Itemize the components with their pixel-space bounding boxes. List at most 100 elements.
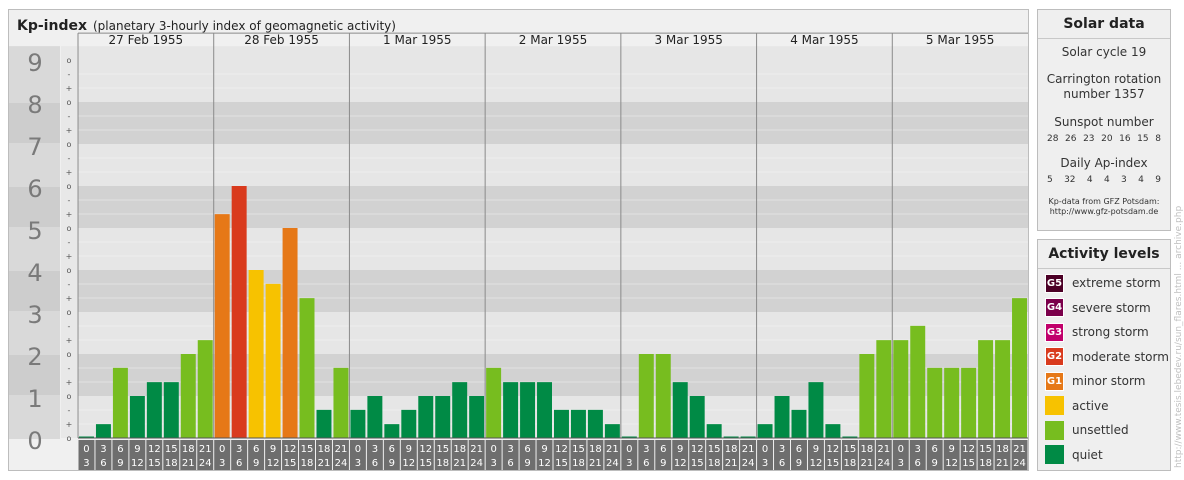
hour-to-3-6: 21	[589, 458, 602, 469]
legend-item-quiet: quiet	[1038, 443, 1170, 468]
legend-swatch: G3	[1045, 322, 1064, 342]
kp-bar-5-1	[774, 396, 790, 438]
kp-bar-0-4	[146, 382, 162, 438]
hour-from-5-0: 0	[762, 444, 768, 455]
kp-bar-1-2	[248, 270, 264, 438]
hour-to-2-7: 24	[470, 458, 483, 469]
minor-tick-2: -	[68, 406, 71, 415]
legend-item-active: active	[1038, 394, 1170, 419]
kp-bar-5-0	[757, 424, 773, 438]
hour-to-1-5: 18	[301, 458, 314, 469]
hour-from-5-3: 9	[813, 444, 819, 455]
legend-item-unsettled: unsettled	[1038, 418, 1170, 443]
y-tick-0: 0	[27, 427, 42, 455]
kp-bar-5-4	[825, 424, 841, 438]
minor-tick-10: +	[66, 294, 73, 303]
hour-from-0-1: 3	[100, 444, 106, 455]
legend-label: unsettled	[1072, 423, 1129, 438]
hour-from-0-6: 18	[182, 444, 195, 455]
minor-tick-3: o	[67, 392, 72, 401]
hour-to-2-6: 21	[453, 458, 466, 469]
hour-to-4-7: 24	[742, 458, 755, 469]
hour-to-1-3: 12	[267, 458, 280, 469]
minor-tick-26: -	[68, 70, 71, 79]
legend-swatch	[1045, 420, 1064, 440]
kp-bar-6-2	[927, 367, 943, 438]
minor-tick-8: -	[68, 322, 71, 331]
hour-to-3-3: 12	[538, 458, 551, 469]
hour-to-1-4: 15	[284, 458, 297, 469]
kp-bar-3-2	[520, 382, 536, 438]
day-label-3: 2 Mar 1955	[519, 33, 587, 47]
kp-bar-0-5	[163, 382, 179, 438]
hour-to-3-1: 6	[507, 458, 513, 469]
day-label-6: 5 Mar 1955	[926, 33, 994, 47]
kp-bar-1-5	[299, 298, 315, 438]
hour-from-1-2: 6	[253, 444, 259, 455]
hour-to-3-5: 18	[572, 458, 585, 469]
hour-from-5-7: 21	[877, 444, 890, 455]
minor-tick-0: o	[67, 434, 72, 443]
kp-bar-2-6	[452, 382, 468, 438]
kp-bar-1-0	[214, 214, 230, 438]
hour-from-0-3: 9	[134, 444, 140, 455]
kp-bar-3-3	[537, 382, 552, 438]
hour-from-2-1: 3	[372, 444, 378, 455]
hour-to-6-1: 6	[915, 458, 921, 469]
legend-label: strong storm	[1072, 325, 1149, 340]
hour-to-6-5: 18	[979, 458, 992, 469]
minor-tick-12: o	[67, 266, 72, 275]
hour-to-2-2: 9	[389, 458, 395, 469]
hour-to-5-0: 3	[762, 458, 768, 469]
hour-from-6-5: 15	[979, 444, 992, 455]
hour-to-3-7: 24	[606, 458, 619, 469]
hour-to-0-5: 18	[165, 458, 178, 469]
minor-tick-27: o	[67, 56, 72, 65]
day-label-2: 1 Mar 1955	[383, 33, 451, 47]
minor-tick-16: +	[66, 210, 73, 219]
minor-tick-18: o	[67, 182, 72, 191]
legend-item-moderate-storm: G2 moderate storm	[1038, 345, 1170, 370]
hour-from-1-5: 15	[301, 444, 314, 455]
sunspot-value-1: 26	[1065, 134, 1077, 144]
hour-from-6-3: 9	[948, 444, 954, 455]
hour-from-6-2: 6	[932, 444, 938, 455]
hour-from-4-2: 6	[660, 444, 666, 455]
hour-from-1-7: 21	[335, 444, 348, 455]
sunspot-values: 28 26 23 20 16 15 8	[1038, 134, 1170, 144]
kp-bar-6-5	[978, 340, 994, 438]
solar-data-title: Solar data	[1038, 10, 1170, 39]
kp-bar-2-5	[435, 396, 451, 438]
hour-from-1-1: 3	[236, 444, 242, 455]
hour-from-2-2: 6	[389, 444, 395, 455]
hour-to-3-2: 9	[524, 458, 530, 469]
kp-bar-4-5	[706, 424, 722, 438]
hour-from-1-0: 0	[219, 444, 225, 455]
minor-tick-6: o	[67, 350, 72, 359]
minor-tick-17: -	[68, 196, 71, 205]
hour-to-1-7: 24	[335, 458, 348, 469]
y-tick-5: 5	[27, 217, 42, 245]
y-tick-8: 8	[27, 91, 42, 119]
kp-bar-6-1	[910, 325, 926, 438]
hour-to-5-2: 9	[796, 458, 802, 469]
hour-to-4-6: 21	[725, 458, 738, 469]
minor-tick-7: +	[66, 336, 73, 345]
legend-label: moderate storm	[1072, 349, 1169, 364]
kp-bar-6-4	[961, 367, 977, 438]
hour-from-0-7: 21	[199, 444, 212, 455]
hour-to-5-4: 15	[827, 458, 840, 469]
hour-to-5-1: 6	[779, 458, 785, 469]
hour-to-6-7: 24	[1013, 458, 1026, 469]
ap-value-0: 5	[1047, 175, 1053, 185]
hour-from-3-6: 18	[589, 444, 602, 455]
ap-value-6: 9	[1155, 175, 1161, 185]
hour-to-6-6: 21	[996, 458, 1009, 469]
minor-tick-4: +	[66, 378, 73, 387]
minor-tick-15: o	[67, 224, 72, 233]
y-tick-4: 4	[27, 259, 42, 287]
minor-tick-23: -	[68, 112, 71, 121]
hour-from-3-4: 12	[555, 444, 568, 455]
hour-to-6-3: 12	[945, 458, 958, 469]
hour-from-4-4: 12	[691, 444, 704, 455]
